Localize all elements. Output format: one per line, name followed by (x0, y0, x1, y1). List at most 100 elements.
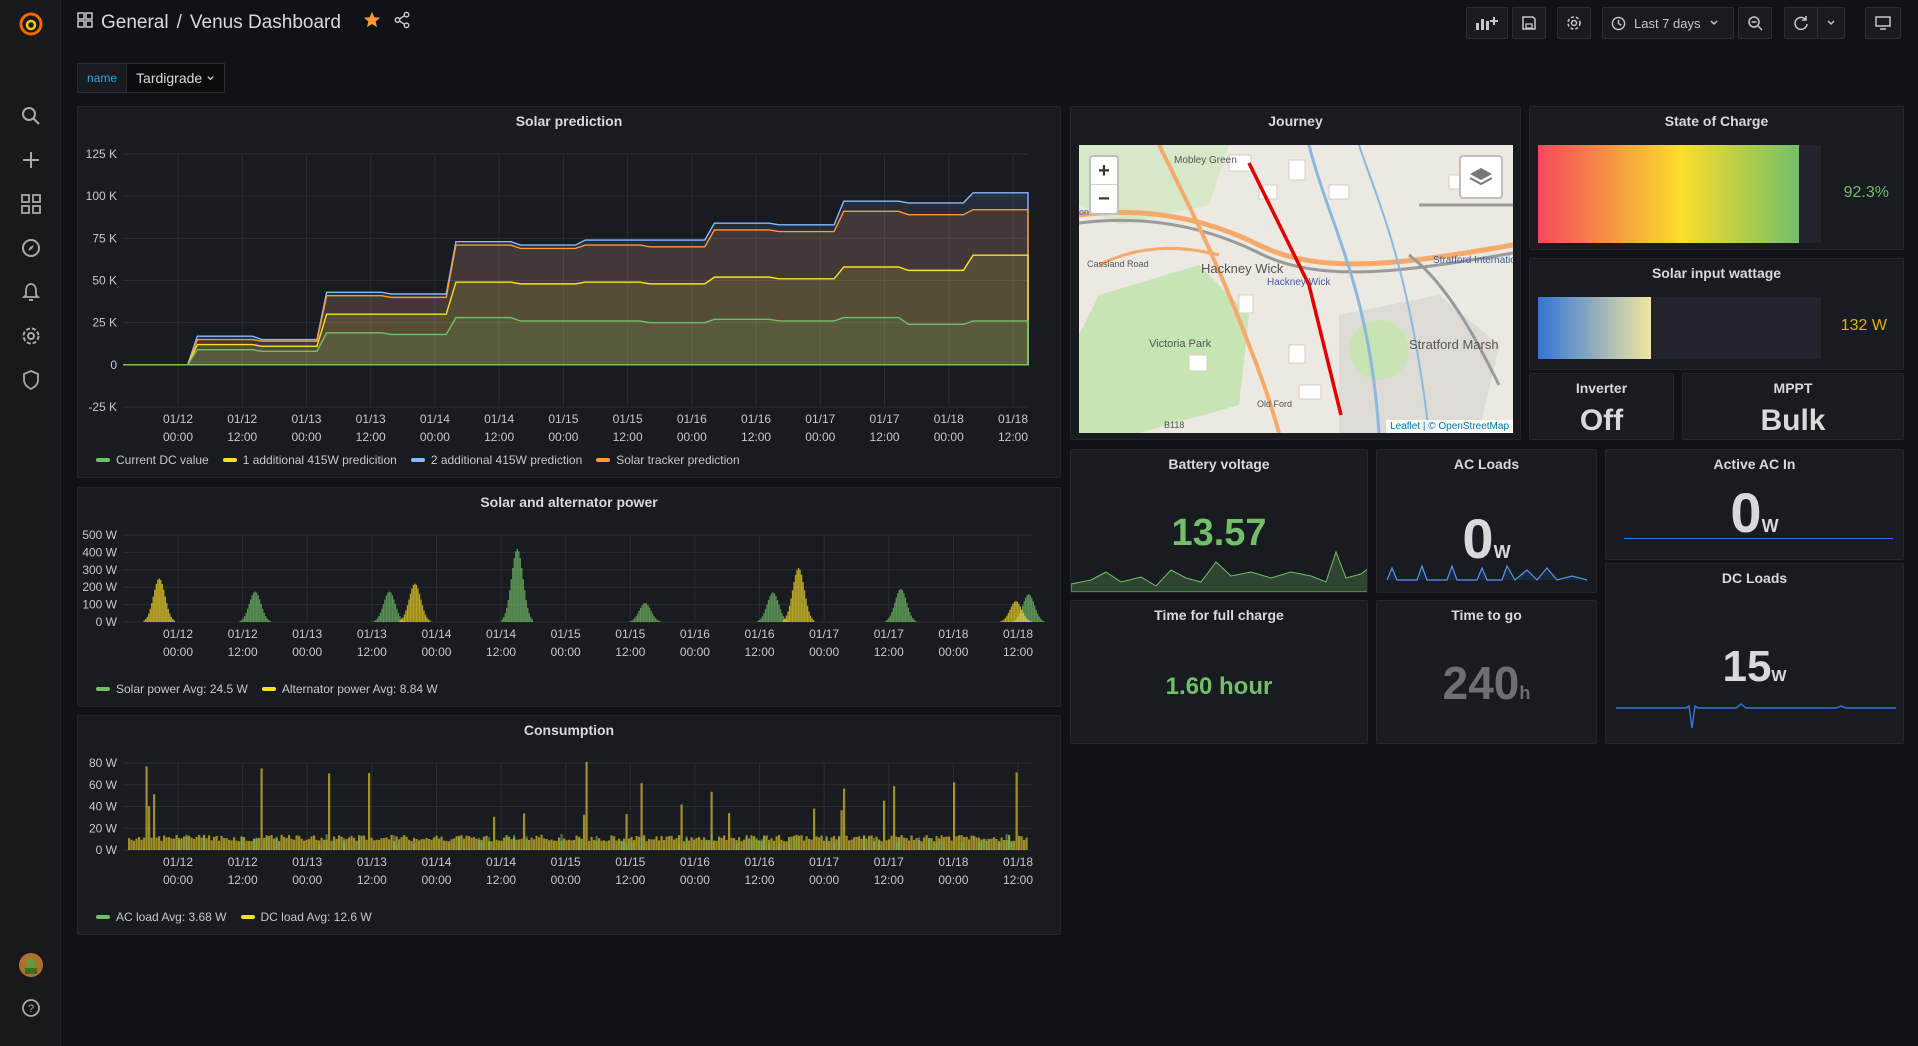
bar (1021, 609, 1023, 622)
share-icon[interactable] (393, 11, 411, 35)
bar (685, 836, 688, 850)
panel-solar-prediction[interactable]: Solar prediction 125 K 100 K 75 K 50 K 25 K0… (77, 106, 1061, 478)
panel-ac-loads[interactable]: AC Loads 0W (1376, 449, 1597, 593)
x-tick-label: 00:00 (420, 430, 450, 444)
bar (912, 618, 914, 622)
x-tick-label: 12:00 (357, 645, 387, 659)
bar (603, 840, 606, 850)
bar (264, 616, 267, 622)
bar (420, 599, 422, 622)
bar (715, 840, 718, 850)
legend-item[interactable]: Current DC value (96, 453, 209, 467)
time-picker-button[interactable]: Last 7 days (1602, 7, 1734, 39)
bar (960, 842, 963, 850)
bar (155, 837, 158, 850)
save-button[interactable] (1512, 7, 1546, 39)
bar (1009, 609, 1011, 622)
panel-mppt[interactable]: MPPT Bulk (1682, 373, 1904, 440)
zoom-out-button[interactable] (1738, 7, 1772, 39)
bar (788, 605, 791, 622)
bar (868, 835, 871, 850)
dashboard-title[interactable]: Venus Dashboard (190, 12, 341, 34)
x-tick-label: 00:00 (548, 430, 578, 444)
bar (1040, 618, 1042, 622)
refresh-icon (1794, 16, 1808, 31)
bar (426, 617, 428, 622)
y-tick-label: 0 W (96, 843, 118, 857)
panel-dc-loads[interactable]: DC Loads 15W (1605, 563, 1904, 744)
zoom-in-button[interactable]: + (1091, 157, 1117, 185)
bar (800, 574, 803, 622)
panel-battery-voltage[interactable]: Battery voltage 13.57 (1070, 449, 1368, 593)
avatar[interactable] (18, 952, 44, 978)
bar (585, 761, 588, 850)
bar (527, 607, 529, 622)
grafana-logo-icon[interactable] (18, 11, 44, 37)
legend-item[interactable]: Solar power Avg: 24.5 W (96, 682, 248, 696)
bar (383, 838, 386, 850)
bar (690, 837, 693, 850)
bar (875, 836, 878, 850)
bell-icon[interactable] (18, 279, 44, 305)
legend-item[interactable]: Alternator power Avg: 8.84 W (261, 682, 438, 696)
panel-inverter[interactable]: Inverter Off (1529, 373, 1674, 440)
compass-icon[interactable] (18, 235, 44, 261)
x-tick-label: 01/17 (809, 627, 839, 641)
bar (1041, 620, 1043, 622)
bar (815, 836, 818, 850)
panel-solar-alternator[interactable]: Solar and alternator power 500 W 400 W 300… (77, 487, 1061, 707)
bar (413, 843, 416, 850)
panel-time-full-charge[interactable]: Time for full charge 1.60 hour (1070, 600, 1368, 744)
bar (148, 806, 151, 850)
dashboards-icon[interactable] (18, 191, 44, 217)
settings-button[interactable] (1557, 7, 1591, 39)
bar (140, 839, 143, 850)
tv-mode-button[interactable] (1865, 7, 1901, 39)
zoom-out-button[interactable]: − (1091, 185, 1117, 213)
bar (409, 593, 412, 622)
refresh-interval-button[interactable] (1817, 7, 1845, 39)
legend-item[interactable]: 1 additional 415W predicition (222, 453, 397, 467)
panel-time-to-go[interactable]: Time to go 240h (1376, 600, 1597, 744)
bar (403, 835, 406, 850)
panel-active-ac-in[interactable]: Active AC In 0W (1605, 449, 1904, 560)
x-tick-label: 01/13 (292, 855, 322, 869)
bar (230, 840, 233, 850)
layers-button[interactable] (1459, 155, 1503, 199)
bar (298, 835, 301, 850)
plus-icon[interactable] (18, 147, 44, 173)
bar (633, 840, 636, 850)
star-icon[interactable] (363, 11, 381, 35)
map-attribution[interactable]: Leaflet | © OpenStreetMap (1386, 420, 1513, 433)
bar (320, 837, 323, 850)
bar (1012, 603, 1014, 622)
legend-item[interactable]: Solar tracker prediction (596, 453, 740, 467)
x-tick-label: 12:00 (356, 430, 386, 444)
panel-journey[interactable]: Journey Mobley Green Hackney Wick Hackne… (1070, 106, 1521, 440)
search-icon[interactable] (18, 103, 44, 129)
help-icon[interactable]: ? (18, 995, 44, 1021)
bar (940, 840, 943, 850)
panel-title: State of Charge (1664, 113, 1769, 129)
breadcrumb-folder[interactable]: General (101, 12, 169, 34)
gear-icon[interactable] (18, 323, 44, 349)
legend-item[interactable]: 2 additional 415W prediction (410, 453, 582, 467)
bar (358, 839, 361, 850)
panel-solar-input[interactable]: Solar input wattage 132 W (1529, 258, 1904, 370)
add-panel-button[interactable] (1466, 7, 1508, 39)
refresh-button[interactable] (1784, 7, 1818, 39)
map-label: Hackney Wick (1267, 277, 1331, 288)
bar (980, 839, 983, 850)
panel-state-of-charge[interactable]: State of Charge 92.3% (1529, 106, 1904, 250)
x-tick-label: 00:00 (163, 430, 193, 444)
variable-select[interactable]: Tardigrade (127, 63, 226, 93)
active-ac-in-sparkline (1624, 538, 1893, 539)
bar (888, 618, 890, 622)
shield-icon[interactable] (18, 367, 44, 393)
y-tick-label: 0 (110, 358, 117, 372)
panel-consumption[interactable]: Consumption 80 W 60 W 40 W 20 W0 W 01/12 00:0… (77, 715, 1061, 935)
legend-item[interactable]: AC load Avg: 3.68 W (96, 910, 227, 924)
legend-item[interactable]: DC load Avg: 12.6 W (240, 910, 372, 924)
map[interactable]: Mobley Green Hackney Wick Hackney Wick S… (1079, 145, 1513, 433)
layers-icon (1469, 168, 1493, 186)
